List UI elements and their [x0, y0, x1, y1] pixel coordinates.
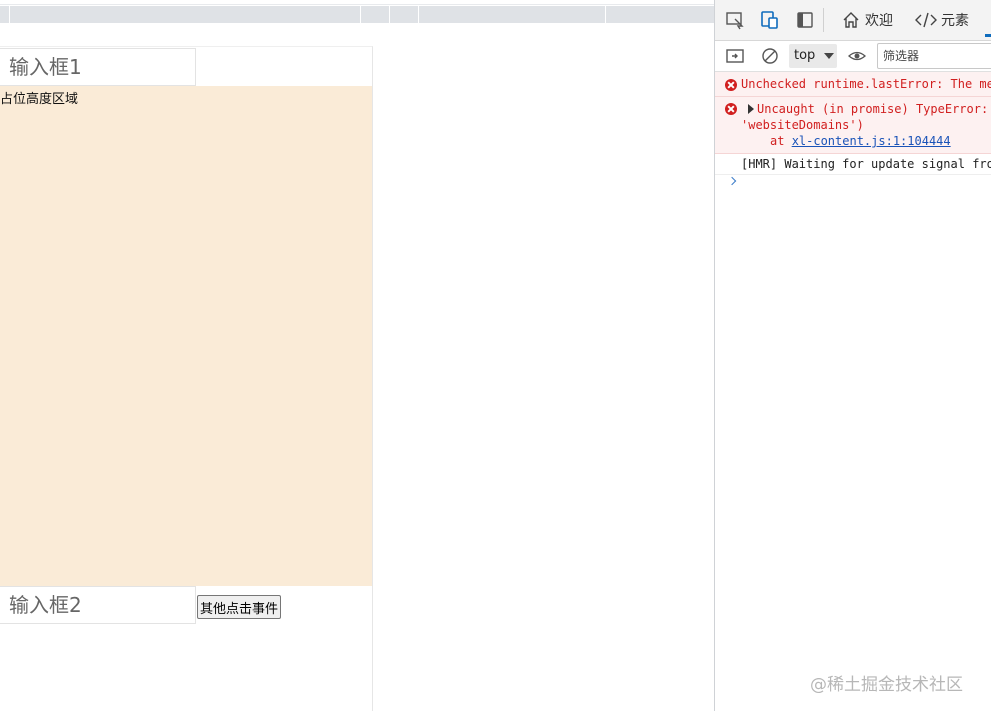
active-tab-indicator — [985, 34, 991, 37]
input-field-2[interactable] — [0, 586, 196, 624]
console-toolbar: top — [715, 41, 991, 72]
tab-welcome[interactable]: 欢迎 — [841, 0, 893, 40]
eye-icon[interactable] — [847, 46, 867, 66]
inspect-element-icon[interactable] — [725, 10, 745, 30]
placeholder-height-area: 占位高度区域 — [0, 86, 372, 586]
stack-at-prefix: at — [770, 134, 792, 148]
devtools-toolbar: 欢迎 元素 — [715, 0, 991, 41]
strip-divider — [605, 6, 606, 23]
viewport-top-strip — [0, 6, 714, 23]
toolbar-separator — [823, 8, 824, 32]
tab-elements[interactable]: 元素 — [915, 0, 969, 40]
page-viewport: 占位高度区域 其他点击事件 — [0, 0, 714, 711]
chevron-down-icon — [824, 53, 834, 59]
context-selector-value: top — [794, 48, 816, 63]
clear-console-icon[interactable] — [760, 46, 780, 66]
strip-divider — [360, 6, 361, 23]
console-log-row[interactable]: Uncaught (in promise) TypeError: 'websit… — [715, 97, 991, 154]
source-link[interactable]: xl-content.js:1:104444 — [792, 134, 951, 148]
input-field-1[interactable] — [0, 48, 196, 86]
log-message: Unchecked runtime.lastError: The me — [741, 77, 991, 91]
strip-divider — [389, 6, 390, 23]
devtools-panel: 欢迎 元素 top Unchecked runtime — [714, 0, 991, 711]
tab-welcome-label: 欢迎 — [865, 13, 893, 29]
code-icon — [915, 12, 937, 28]
strip-divider — [9, 6, 10, 23]
home-icon — [843, 12, 859, 28]
device-emulation-icon[interactable] — [760, 10, 780, 30]
console-log-row[interactable]: Unchecked runtime.lastError: The me — [715, 72, 991, 97]
context-selector[interactable]: top — [789, 44, 837, 68]
placeholder-area-label: 占位高度区域 — [0, 92, 79, 107]
expand-triangle-icon[interactable] — [748, 104, 754, 114]
error-icon — [725, 103, 737, 115]
stack-frame: at xl-content.js:1:104444 — [770, 134, 951, 148]
tab-elements-label: 元素 — [941, 13, 969, 29]
dock-side-icon[interactable] — [795, 10, 815, 30]
log-message: [HMR] Waiting for update signal fro — [741, 157, 991, 171]
log-message: Uncaught (in promise) TypeError: — [757, 102, 989, 116]
sidebar-toggle-icon[interactable] — [725, 46, 745, 66]
other-click-event-button[interactable]: 其他点击事件 — [197, 595, 282, 619]
filter-input[interactable] — [877, 43, 991, 69]
watermark: @稀土掘金技术社区 — [810, 675, 963, 695]
viewport-top-line — [0, 4, 714, 5]
console-log-row[interactable]: [HMR] Waiting for update signal fro — [715, 154, 991, 175]
console-prompt-chevron-icon[interactable] — [727, 176, 737, 186]
strip-divider — [418, 6, 419, 23]
error-icon — [725, 79, 737, 91]
log-message-continued: 'websiteDomains') — [741, 118, 864, 132]
